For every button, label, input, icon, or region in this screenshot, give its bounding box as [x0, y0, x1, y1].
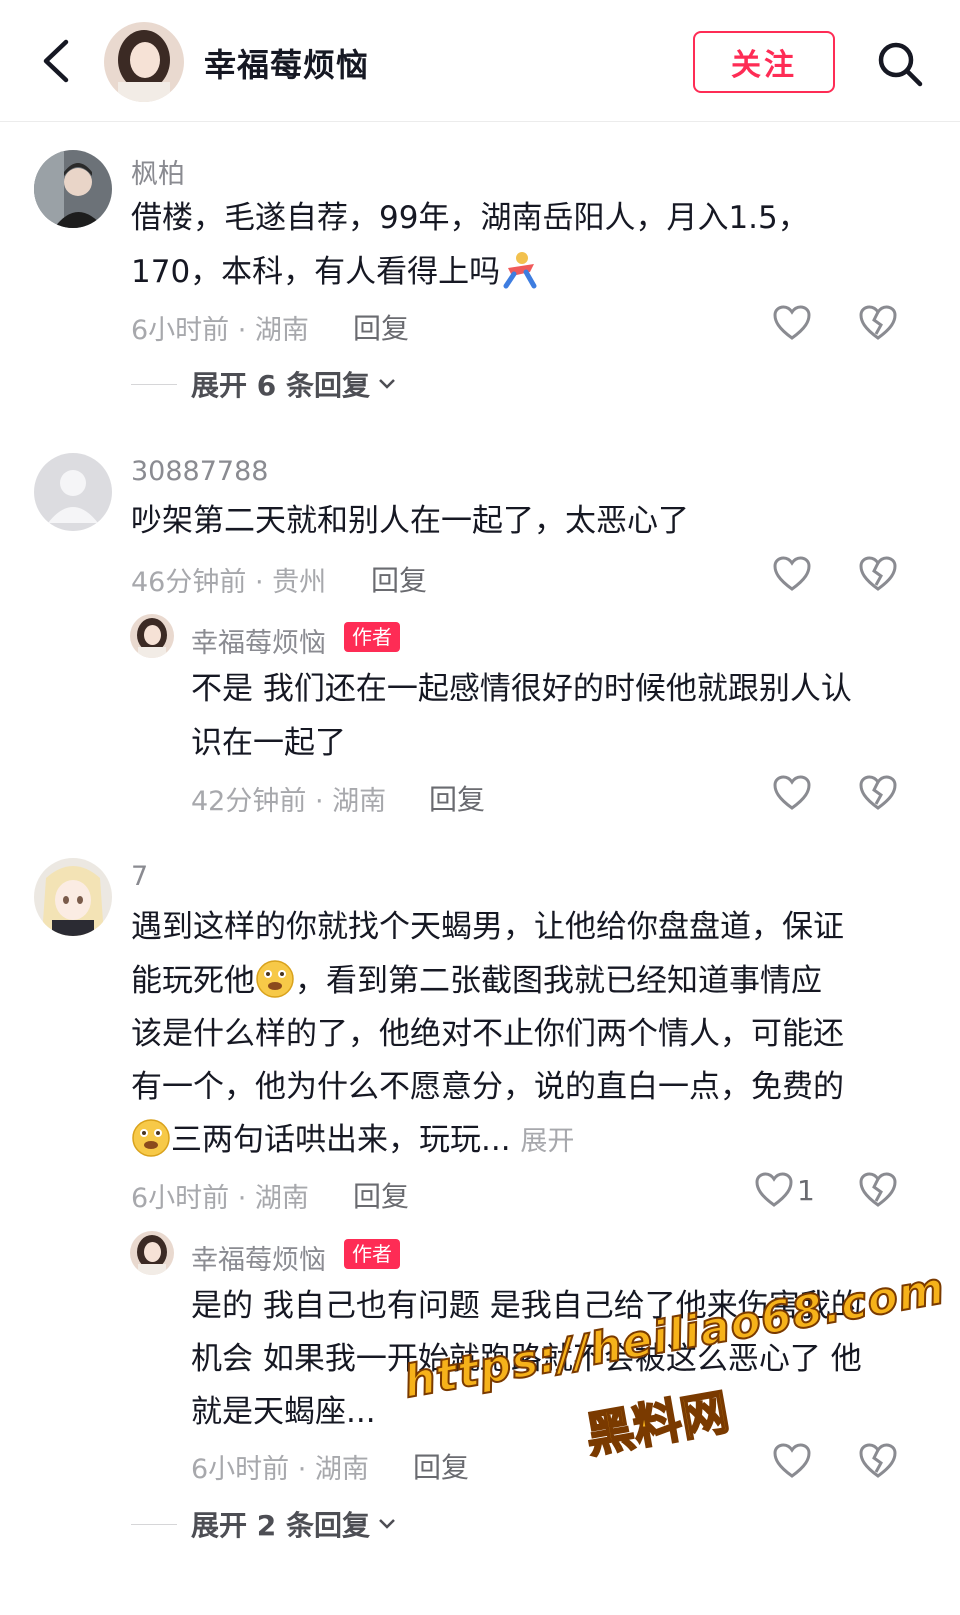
author-badge: 作者: [344, 1239, 400, 1269]
grinning-face-emoji-icon: [132, 1119, 170, 1157]
avatar[interactable]: [34, 858, 112, 936]
like-heart-icon[interactable]: [772, 774, 812, 812]
author-avatar[interactable]: [104, 22, 184, 102]
comment-time-location: 6小时前 · 湖南: [131, 1183, 309, 1214]
comment-username[interactable]: 7: [131, 861, 148, 892]
reply-username[interactable]: 幸福莓烦恼: [191, 1238, 326, 1277]
reply-button[interactable]: 回复: [371, 559, 427, 599]
avatar[interactable]: [34, 150, 112, 228]
reply-button[interactable]: 回复: [353, 307, 409, 347]
broken-heart-icon[interactable]: [858, 1442, 898, 1480]
like-heart-icon[interactable]: [772, 555, 812, 593]
reply-username[interactable]: 幸福莓烦恼: [191, 621, 326, 660]
broken-heart-icon[interactable]: [858, 774, 898, 812]
comment-text: 吵架第二天就和别人在一起了，太恶心了: [131, 503, 689, 539]
dancing-figure-emoji-icon: [503, 252, 537, 289]
reply-button[interactable]: 回复: [353, 1175, 409, 1215]
reply-text: 识在一起了: [191, 725, 346, 761]
like-heart-icon[interactable]: [772, 1442, 812, 1480]
comment-username[interactable]: 30887788: [131, 456, 268, 487]
like-count: 1: [797, 1174, 815, 1207]
chevron-down-icon: [379, 379, 395, 389]
expand-replies-button[interactable]: 展开 2 条回复: [131, 1504, 396, 1544]
chevron-down-icon: [379, 1519, 395, 1529]
comment-time-location: 46分钟前 · 贵州: [131, 567, 327, 598]
grinning-face-emoji-icon: [256, 960, 294, 998]
back-arrow-icon[interactable]: [38, 38, 74, 84]
comment-text: 170，本科，有人看得上吗: [131, 245, 540, 299]
reply-time-location: 6小时前 · 湖南: [191, 1454, 369, 1485]
like-heart-icon[interactable]: [772, 304, 812, 342]
divider: [131, 1523, 177, 1525]
like-heart-icon[interactable]: [754, 1171, 794, 1209]
avatar[interactable]: [130, 614, 174, 658]
comment-text: 有一个，他为什么不愿意分，说的直白一点，免费的: [131, 1069, 844, 1105]
reply-text: 就是天蝎座...: [191, 1394, 376, 1430]
comment-text: 三两句话哄出来，玩玩... 展开: [131, 1113, 574, 1169]
follow-button[interactable]: 关注: [693, 31, 835, 93]
reply-time-location: 42分钟前 · 湖南: [191, 786, 387, 817]
broken-heart-icon[interactable]: [858, 1171, 898, 1209]
comment-text: 能玩死他 ，看到第二张截图我就已经知道事情应: [131, 954, 822, 1008]
expand-text-link[interactable]: 展开: [520, 1126, 574, 1157]
reply-button[interactable]: 回复: [429, 778, 485, 818]
comment-text: 借楼，毛遂自荐，99年，湖南岳阳人，月入1.5，: [131, 200, 809, 236]
expand-replies-button[interactable]: 展开 6 条回复: [131, 364, 396, 404]
avatar[interactable]: [130, 1231, 174, 1275]
divider: [131, 383, 177, 385]
comment-time-location: 6小时前 · 湖南: [131, 315, 309, 346]
search-icon[interactable]: [876, 40, 924, 88]
broken-heart-icon[interactable]: [858, 304, 898, 342]
author-badge: 作者: [344, 622, 400, 652]
comment-username[interactable]: 枫柏: [131, 152, 185, 191]
watermark-name: 黑料网: [581, 1383, 735, 1465]
broken-heart-icon[interactable]: [858, 555, 898, 593]
reply-button[interactable]: 回复: [413, 1446, 469, 1486]
top-bar: 幸福莓烦恼 关注: [0, 0, 960, 122]
avatar[interactable]: [34, 453, 112, 531]
comment-text: 遇到这样的你就找个天蝎男，让他给你盘盘道，保证: [131, 909, 844, 945]
page-title: 幸福莓烦恼: [204, 46, 370, 84]
comment-text: 该是什么样的了，他绝对不止你们两个情人，可能还: [131, 1016, 844, 1052]
reply-text: 不是 我们还在一起感情很好的时候他就跟别人认: [191, 671, 852, 707]
